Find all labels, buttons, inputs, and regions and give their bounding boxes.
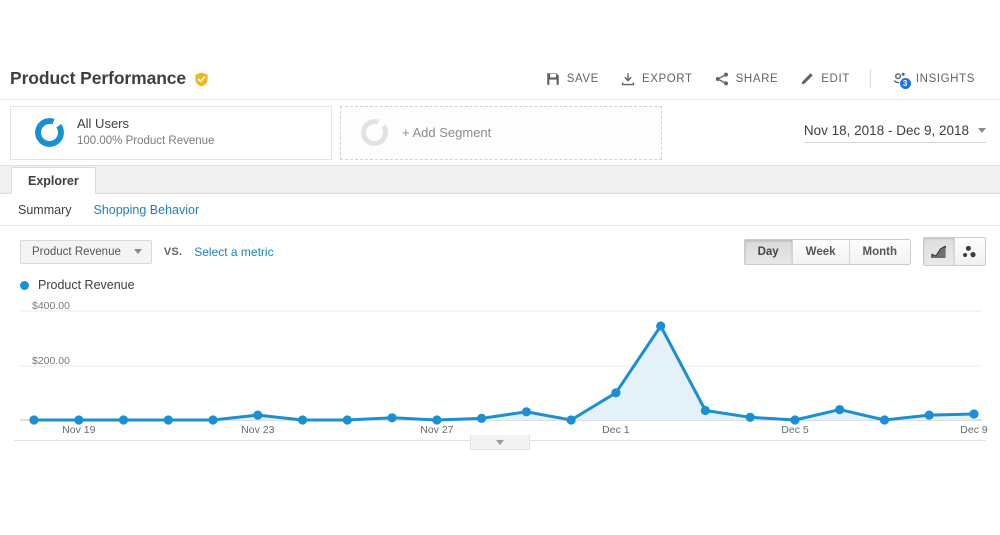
edit-button[interactable]: EDIT (789, 68, 861, 90)
select-a-metric-link[interactable]: Select a metric (194, 245, 273, 259)
chart-area-fill (34, 326, 974, 420)
tab-strip: Explorer (0, 166, 1000, 194)
analytics-report-screen: Product Performance SAVE (0, 0, 1000, 535)
insights-badge: 3 (899, 77, 912, 90)
chart-data-point[interactable]: Nov 26: $8.00 (388, 413, 397, 422)
chart-data-point[interactable]: Nov 30: $0.00 (567, 415, 576, 424)
legend-series-label: Product Revenue (38, 278, 135, 292)
segment-card-text: All Users 100.00% Product Revenue (77, 116, 214, 149)
chart-data-point[interactable]: Dec 1: $100.00 (611, 388, 620, 397)
add-segment-label: + Add Segment (402, 125, 491, 140)
edit-label: EDIT (821, 73, 850, 85)
chevron-down-icon (134, 249, 142, 254)
granularity-group: Day Week Month (744, 239, 911, 265)
insights-icon: 3 (891, 71, 909, 87)
chart-data-point[interactable]: Dec 9: $22.00 (969, 409, 978, 418)
chart-data-point[interactable]: Dec 4: $10.00 (746, 413, 755, 422)
primary-metric-dropdown[interactable]: Product Revenue (20, 240, 152, 264)
x-axis-tick-label: Dec 9 (960, 424, 988, 434)
vs-label: VS. (164, 246, 182, 258)
granularity-month[interactable]: Month (850, 240, 910, 264)
chart-data-point[interactable]: Nov 29: $30.00 (522, 407, 531, 416)
segment-percentage: 100.00% Product Revenue (77, 134, 214, 148)
chart-data-point[interactable]: Nov 20: $0.00 (119, 415, 128, 424)
chart-view-controls: Day Week Month (744, 237, 986, 266)
chart-gridlines (20, 311, 982, 420)
report-header: Product Performance SAVE (0, 58, 1000, 100)
save-disk-icon (546, 72, 560, 86)
revenue-line-chart[interactable]: $400.00 $200.00 Nov 18: $0.00Nov 19: $0.… (10, 302, 990, 434)
save-button[interactable]: SAVE (535, 68, 610, 90)
line-chart-icon[interactable] (924, 238, 955, 265)
chart-data-point[interactable]: Dec 6: $38.00 (835, 405, 844, 414)
chart-legend: Product Revenue (0, 272, 1000, 292)
collapse-chart-handle[interactable] (470, 435, 530, 450)
browser-chrome-blank-band (0, 0, 1000, 58)
insights-label: INSIGHTS (916, 73, 975, 85)
granularity-day[interactable]: Day (745, 240, 793, 264)
chart-canvas: Nov 18: $0.00Nov 19: $0.00Nov 20: $0.00N… (10, 302, 990, 434)
chart-data-point[interactable]: Nov 22: $0.00 (208, 415, 217, 424)
motion-bubble-chart-icon[interactable] (955, 238, 985, 265)
chart-data-point[interactable]: Nov 18: $0.00 (29, 415, 38, 424)
chart-data-point[interactable]: Nov 21: $0.00 (164, 415, 173, 424)
granularity-week[interactable]: Week (793, 240, 850, 264)
save-label: SAVE (567, 73, 599, 85)
tab-explorer-label: Explorer (28, 174, 79, 188)
x-axis-tick-label: Nov 23 (241, 424, 274, 434)
x-axis-tick-label: Nov 19 (62, 424, 95, 434)
verified-shield-icon (194, 72, 209, 87)
chart-data-point[interactable]: Dec 2: $345.00 (656, 321, 665, 330)
x-axis-tick-label: Dec 5 (781, 424, 809, 434)
primary-metric-label: Product Revenue (32, 246, 121, 258)
page-title: Product Performance (10, 68, 186, 89)
chart-x-axis-labels: Nov 19 Nov 23 Nov 27 Dec 1 Dec 5 Dec 9 (62, 424, 988, 434)
segment-card-all-users[interactable]: All Users 100.00% Product Revenue (10, 106, 332, 160)
subtab-shopping-behavior[interactable]: Shopping Behavior (93, 203, 199, 217)
page-bottom-whitespace (0, 461, 1000, 513)
chevron-down-icon (978, 128, 986, 133)
subtab-summary[interactable]: Summary (18, 203, 71, 217)
y-axis-tick-400: $400.00 (32, 300, 70, 312)
chart-plot-group: Nov 18: $0.00Nov 19: $0.00Nov 20: $0.00N… (29, 321, 978, 424)
chart-data-point[interactable]: Dec 3: $35.00 (701, 406, 710, 415)
tab-explorer[interactable]: Explorer (11, 167, 96, 194)
chart-data-point[interactable]: Nov 25: $0.00 (343, 415, 352, 424)
chevron-down-icon (496, 440, 504, 445)
chart-data-point[interactable]: Nov 28: $6.00 (477, 414, 486, 423)
edit-pencil-icon (800, 72, 814, 86)
export-button[interactable]: EXPORT (610, 68, 704, 90)
legend-color-dot (20, 281, 29, 290)
chart-footer (0, 435, 1000, 461)
empty-donut-icon (361, 119, 388, 146)
segment-donut-icon (35, 118, 64, 147)
chart-line (34, 326, 974, 420)
add-segment-button[interactable]: + Add Segment (340, 106, 662, 160)
date-range-picker[interactable]: Nov 18, 2018 - Dec 9, 2018 (804, 123, 986, 143)
chart-type-group (923, 237, 986, 266)
date-range-value: Nov 18, 2018 - Dec 9, 2018 (804, 123, 969, 138)
chart-data-point[interactable]: Nov 23: $18.00 (253, 411, 262, 420)
share-button[interactable]: SHARE (704, 68, 790, 90)
export-label: EXPORT (642, 73, 693, 85)
chart-controls: Product Revenue VS. Select a metric Day … (0, 226, 1000, 272)
chart-data-point[interactable]: Dec 7: $0.00 (880, 415, 889, 424)
share-nodes-icon (715, 72, 729, 86)
export-download-icon (621, 72, 635, 86)
subtab-strip: Summary Shopping Behavior (0, 194, 1000, 226)
insights-button[interactable]: 3 INSIGHTS (880, 67, 986, 91)
share-label: SHARE (736, 73, 779, 85)
header-actions: SAVE EXPORT (535, 67, 986, 91)
toolbar-divider (870, 69, 871, 88)
segment-bar: All Users 100.00% Product Revenue + Add … (0, 100, 1000, 166)
segment-name: All Users (77, 116, 214, 132)
chart-data-point[interactable]: Nov 24: $0.00 (298, 415, 307, 424)
chart-data-point[interactable]: Dec 8: $18.00 (925, 411, 934, 420)
x-axis-tick-label: Dec 1 (602, 424, 630, 434)
x-axis-tick-label: Nov 27 (420, 424, 453, 434)
y-axis-tick-200: $200.00 (32, 355, 70, 367)
